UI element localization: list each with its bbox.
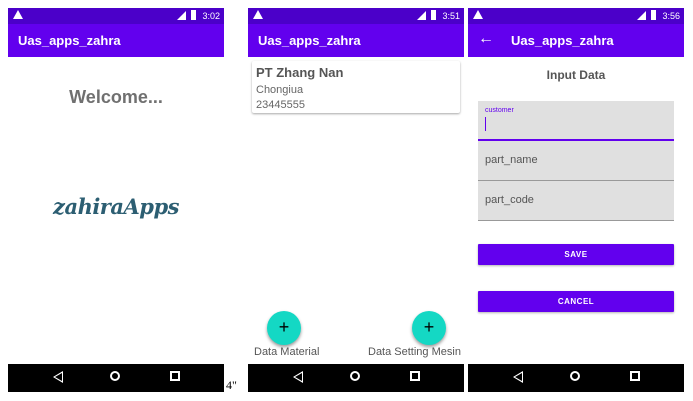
text-cursor bbox=[485, 117, 486, 131]
nav-home-icon[interactable] bbox=[570, 371, 580, 381]
company-name: PT Zhang Nan bbox=[256, 65, 344, 80]
nav-recents-icon[interactable] bbox=[630, 371, 640, 381]
app-logo: zahiraApps bbox=[53, 194, 179, 219]
status-bar: 3:56 bbox=[468, 8, 684, 24]
welcome-text: Welcome... bbox=[69, 87, 163, 107]
nav-home-icon[interactable] bbox=[110, 371, 120, 381]
app-bar: Uas_apps_zahra bbox=[8, 24, 224, 57]
status-time: 3:02 bbox=[202, 11, 220, 21]
nav-bar bbox=[8, 364, 224, 392]
warning-icon bbox=[253, 10, 263, 19]
status-time: 3:56 bbox=[662, 11, 680, 21]
part-name-field[interactable]: part_name bbox=[478, 141, 674, 181]
nav-recents-icon[interactable] bbox=[170, 371, 180, 381]
battery-icon bbox=[651, 10, 656, 20]
nav-back-icon[interactable] bbox=[53, 371, 63, 383]
data-material-label: Data Material bbox=[254, 346, 320, 358]
status-bar: 3:51 bbox=[248, 8, 464, 24]
nav-recents-icon[interactable] bbox=[410, 371, 420, 381]
app-title: Uas_apps_zahra bbox=[258, 33, 361, 48]
status-bar: 3:02 bbox=[8, 8, 224, 24]
save-button[interactable]: SAVE bbox=[478, 244, 674, 265]
screen-welcome: 3:02 Uas_apps_zahra Welcome... zahiraApp… bbox=[8, 8, 224, 392]
part-code-field[interactable]: part_code bbox=[478, 181, 674, 221]
part-name-placeholder: part_name bbox=[485, 154, 538, 166]
add-icon: + bbox=[278, 317, 290, 337]
add-icon: + bbox=[423, 317, 435, 337]
page-title: Input Data bbox=[546, 68, 606, 82]
stray-text: 4" bbox=[226, 378, 237, 392]
app-bar: Uas_apps_zahra bbox=[248, 24, 464, 57]
arrow-back-icon[interactable]: ← bbox=[478, 31, 494, 47]
add-data-setting-mesin-button[interactable]: + bbox=[412, 311, 446, 345]
signal-icon bbox=[177, 11, 186, 20]
list-item[interactable]: PT Zhang Nan Chongiua 23445555 bbox=[252, 61, 460, 113]
customer-field-label: customer bbox=[485, 107, 514, 114]
company-city: Chongiua bbox=[256, 84, 304, 96]
battery-icon bbox=[431, 10, 436, 20]
nav-home-icon[interactable] bbox=[350, 371, 360, 381]
nav-bar bbox=[468, 364, 684, 392]
nav-back-icon[interactable] bbox=[293, 371, 303, 383]
signal-icon bbox=[417, 11, 426, 20]
status-time: 3:51 bbox=[442, 11, 460, 21]
battery-icon bbox=[191, 10, 196, 20]
company-phone: 23445555 bbox=[256, 99, 305, 111]
customer-field[interactable]: customer bbox=[478, 101, 674, 141]
add-data-material-button[interactable]: + bbox=[267, 311, 301, 345]
app-bar: ← Uas_apps_zahra bbox=[468, 24, 684, 57]
part-code-placeholder: part_code bbox=[485, 194, 534, 206]
app-title: Uas_apps_zahra bbox=[18, 33, 121, 48]
app-title: Uas_apps_zahra bbox=[511, 33, 614, 48]
nav-bar bbox=[248, 364, 464, 392]
warning-icon bbox=[13, 10, 23, 19]
nav-back-icon[interactable] bbox=[513, 371, 523, 383]
screen-list: 3:51 Uas_apps_zahra PT Zhang Nan Chongiu… bbox=[248, 8, 464, 392]
screen-input-data: 3:56 ← Uas_apps_zahra Input Data custome… bbox=[468, 8, 684, 392]
warning-icon bbox=[473, 10, 483, 19]
signal-icon bbox=[637, 11, 646, 20]
cancel-button[interactable]: CANCEL bbox=[478, 291, 674, 312]
data-setting-mesin-label: Data Setting Mesin bbox=[368, 346, 461, 358]
